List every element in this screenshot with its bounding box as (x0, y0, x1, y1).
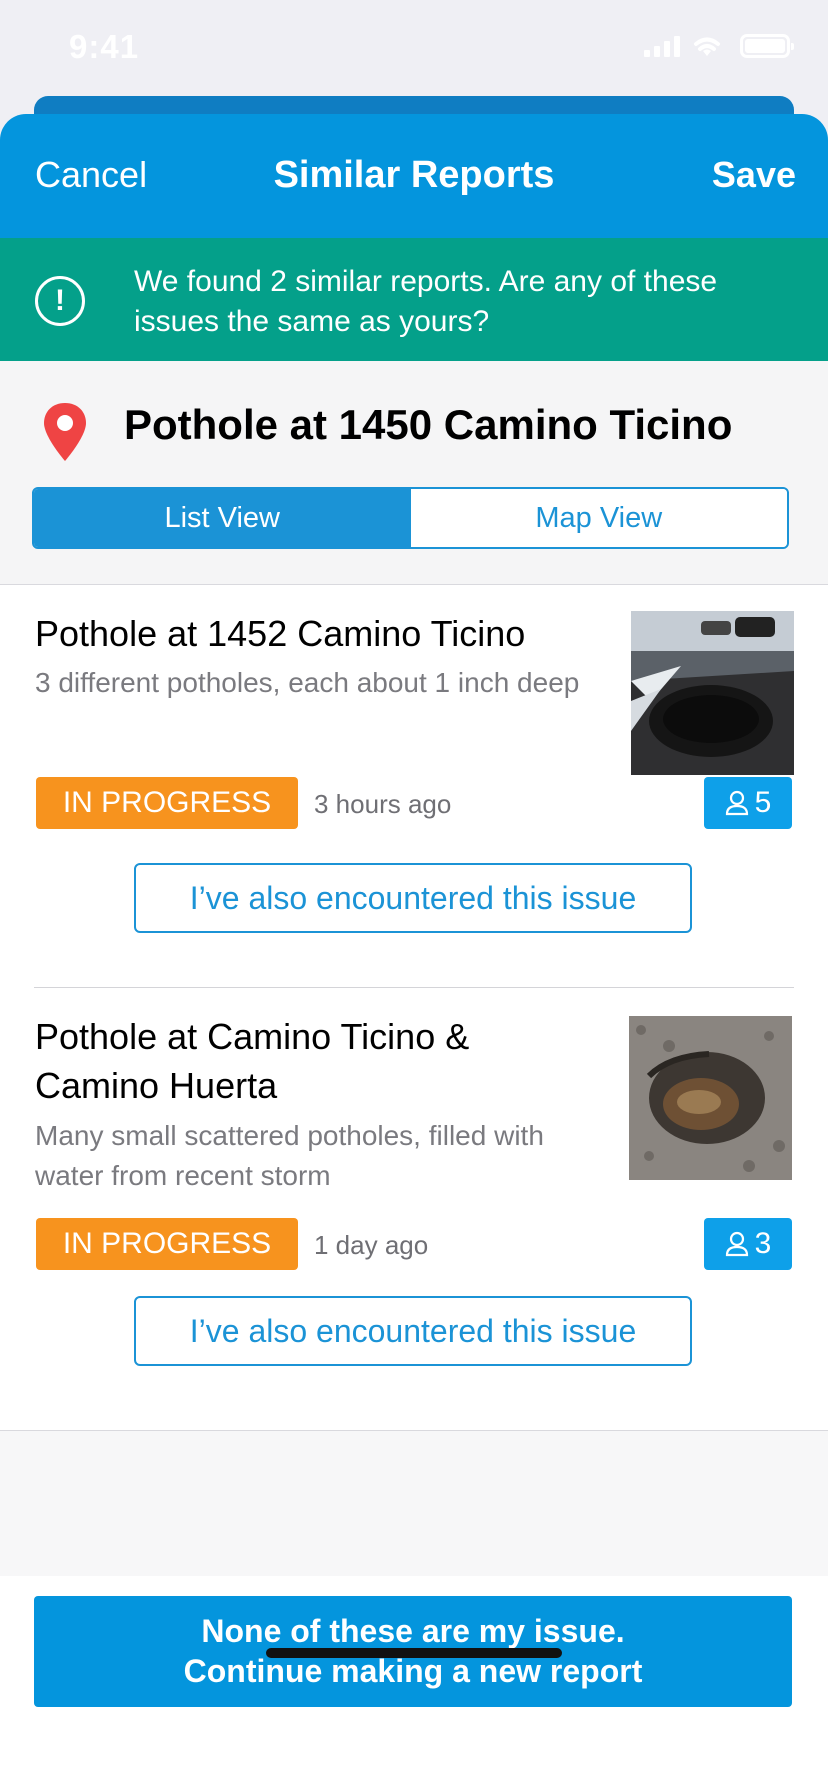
report-description: 3 different potholes, each about 1 inch … (35, 667, 580, 698)
followers-count: 3 (754, 1227, 772, 1260)
report-description: Many small scattered potholes, filled wi… (35, 1120, 544, 1191)
also-encountered-button[interactable]: I’ve also encountered this issue (134, 1296, 692, 1366)
page-title: Similar Reports (273, 154, 555, 196)
banner-text: We found 2 similar reports. Are any of t… (134, 265, 718, 338)
person-icon (725, 790, 748, 816)
status-badge: IN PROGRESS (36, 777, 298, 829)
battery-icon (740, 34, 794, 58)
map-view-tab[interactable]: Map View (410, 489, 787, 547)
cta-line-1: None of these are my issue. (201, 1613, 625, 1649)
similar-reports-sheet: Cancel Similar Reports Save ! We found 2… (0, 114, 828, 1792)
signal-icon (644, 35, 680, 57)
report-title: Pothole at 1452 Camino Ticino (35, 613, 526, 654)
footer: None of these are my issue. Continue mak… (0, 1576, 828, 1792)
status-bar: 9:41 (0, 0, 828, 96)
report-card[interactable]: Pothole at 1452 Camino Ticino 3 differen… (0, 585, 828, 987)
home-indicator[interactable] (266, 1648, 562, 1658)
report-title: Pothole at Camino Ticino & Camino Huerta (35, 1016, 470, 1106)
list-view-tab[interactable]: List View (34, 489, 411, 547)
report-photo (629, 1016, 792, 1180)
report-photo (631, 611, 794, 775)
location-title: Pothole at 1450 Camino Ticino (124, 401, 733, 448)
followers-count: 5 (754, 786, 772, 819)
status-time: 9:41 (69, 28, 140, 65)
person-icon (725, 1231, 748, 1257)
status-badge: IN PROGRESS (36, 1218, 298, 1270)
followers-count-button[interactable]: 5 (704, 777, 792, 829)
followers-count-button[interactable]: 3 (704, 1218, 792, 1270)
view-toggle: List View Map View (32, 487, 789, 549)
nav-bar: Cancel Similar Reports Save (0, 114, 828, 238)
wifi-icon (694, 37, 720, 56)
time-ago: 1 day ago (314, 1230, 429, 1260)
save-button[interactable]: Save (712, 154, 796, 196)
report-card[interactable]: Pothole at Camino Ticino & Camino Huerta… (0, 988, 828, 1430)
also-encountered-button[interactable]: I’ve also encountered this issue (134, 863, 692, 933)
alert-icon: ! (35, 276, 85, 326)
time-ago: 3 hours ago (314, 789, 452, 819)
location-pin-icon (44, 403, 86, 461)
location-header: Pothole at 1450 Camino Ticino List View … (0, 361, 828, 585)
reports-list: Pothole at 1452 Camino Ticino 3 differen… (0, 585, 828, 1431)
similar-banner: ! We found 2 similar reports. Are any of… (0, 238, 828, 361)
status-icons (644, 34, 794, 58)
